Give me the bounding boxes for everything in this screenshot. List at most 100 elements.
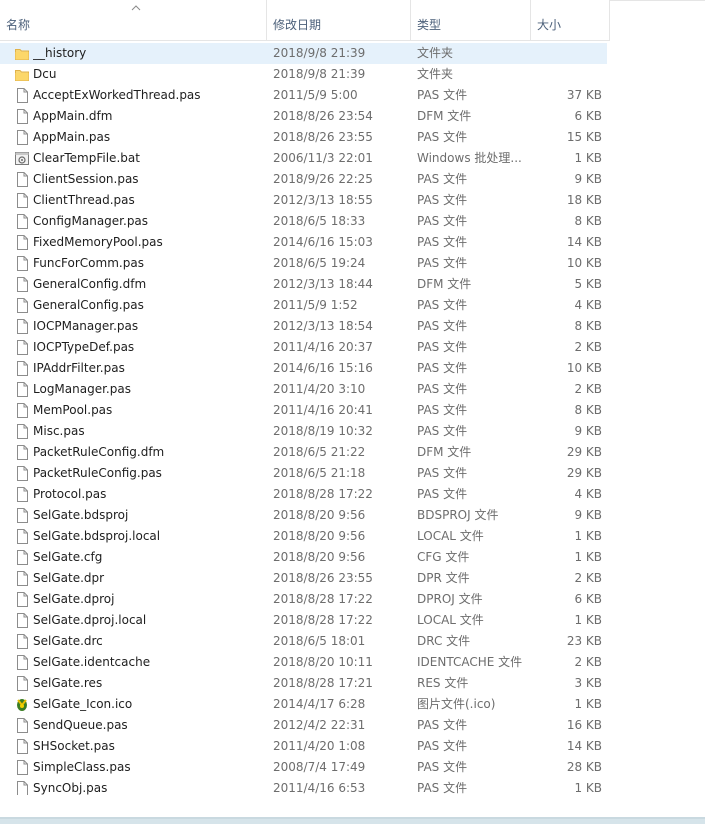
- file-modified-date: 2018/9/8 21:39: [273, 46, 366, 60]
- file-row[interactable]: SelGate.bdsproj 2018/8/20 9:56 BDSPROJ 文件 9…: [0, 505, 607, 526]
- column-header-type[interactable]: 类型: [411, 0, 531, 40]
- file-name: SelGate.bdsproj: [33, 508, 129, 522]
- column-header-name[interactable]: 名称: [0, 0, 267, 40]
- file-size: 2 KB: [574, 571, 602, 585]
- file-type: DFM 文件: [417, 277, 472, 291]
- file-icon: [15, 508, 29, 523]
- file-row[interactable]: SelGate.dproj.local 2018/8/28 17:22 LOCAL …: [0, 610, 607, 631]
- file-row[interactable]: SyncObj.pas 2011/4/16 6:53 PAS 文件 1 KB: [0, 778, 607, 795]
- file-row[interactable]: AppMain.pas 2018/8/26 23:55 PAS 文件 15 KB: [0, 127, 607, 148]
- file-size: 1 KB: [574, 697, 602, 711]
- file-row[interactable]: FuncForComm.pas 2018/6/5 19:24 PAS 文件 10 KB: [0, 253, 607, 274]
- header-divider: [610, 0, 705, 1]
- file-row[interactable]: AcceptExWorkedThread.pas 2011/5/9 5:00 PAS…: [0, 85, 607, 106]
- file-modified-date: 2014/6/16 15:16: [273, 361, 373, 375]
- file-name: SelGate.dpr: [33, 571, 105, 585]
- file-type: PAS 文件: [417, 298, 468, 312]
- file-row[interactable]: PacketRuleConfig.pas 2018/6/5 21:18 PAS 文件…: [0, 463, 607, 484]
- file-type: DFM 文件: [417, 445, 472, 459]
- file-row[interactable]: PacketRuleConfig.dfm 2018/6/5 21:22 DFM 文件…: [0, 442, 607, 463]
- file-row[interactable]: IPAddrFilter.pas 2014/6/16 15:16 PAS 文件 10 …: [0, 358, 607, 379]
- file-row[interactable]: Misc.pas 2018/8/19 10:32 PAS 文件 9 KB: [0, 421, 607, 442]
- file-row[interactable]: LogManager.pas 2011/4/20 3:10 PAS 文件 2 KB: [0, 379, 607, 400]
- file-size: 16 KB: [566, 718, 602, 732]
- file-size: 8 KB: [574, 214, 602, 228]
- file-row[interactable]: ClientThread.pas 2012/3/13 18:55 PAS 文件 18 …: [0, 190, 607, 211]
- file-row[interactable]: SelGate.drc 2018/6/5 18:01 DRC 文件 23 KB: [0, 631, 607, 652]
- file-icon: [15, 361, 29, 376]
- file-row[interactable]: Protocol.pas 2018/8/28 17:22 PAS 文件 4 KB: [0, 484, 607, 505]
- file-type: PAS 文件: [417, 361, 468, 375]
- file-name: GeneralConfig.pas: [33, 298, 144, 312]
- file-name: IOCPTypeDef.pas: [33, 340, 135, 354]
- ico-image-icon: [15, 697, 29, 712]
- file-modified-date: 2018/8/20 9:56: [273, 550, 366, 564]
- file-name: LogManager.pas: [33, 382, 131, 396]
- file-row[interactable]: ClearTempFile.bat 2006/11/3 22:01 Windows …: [0, 148, 607, 169]
- file-modified-date: 2018/8/20 9:56: [273, 508, 366, 522]
- file-name: SelGate.identcache: [33, 655, 151, 669]
- file-row[interactable]: AppMain.dfm 2018/8/26 23:54 DFM 文件 6 KB: [0, 106, 607, 127]
- file-icon: [15, 109, 29, 124]
- column-header-date[interactable]: 修改日期: [267, 0, 411, 40]
- file-row[interactable]: SelGate.identcache 2018/8/20 10:11 IDENTCA…: [0, 652, 607, 673]
- file-name: SyncObj.pas: [33, 781, 108, 795]
- file-row[interactable]: IOCPManager.pas 2012/3/13 18:54 PAS 文件 8 KB: [0, 316, 607, 337]
- file-row[interactable]: GeneralConfig.dfm 2012/3/13 18:44 DFM 文件 5 …: [0, 274, 607, 295]
- file-type: 图片文件(.ico): [417, 697, 496, 711]
- file-icon: [15, 193, 29, 208]
- file-type: LOCAL 文件: [417, 613, 484, 627]
- file-modified-date: 2018/6/5 18:33: [273, 214, 366, 228]
- file-size: 6 KB: [574, 592, 602, 606]
- file-row[interactable]: SHSocket.pas 2011/4/20 1:08 PAS 文件 14 KB: [0, 736, 607, 757]
- file-name: SelGate.bdsproj.local: [33, 529, 161, 543]
- file-size: 23 KB: [566, 634, 602, 648]
- file-icon: [15, 718, 29, 733]
- file-type: PAS 文件: [417, 403, 468, 417]
- file-row[interactable]: SelGate.dproj 2018/8/28 17:22 DPROJ 文件 6 KB: [0, 589, 607, 610]
- folder-row[interactable]: __history 2018/9/8 21:39 文件夹: [0, 43, 607, 64]
- file-row[interactable]: SelGate.res 2018/8/28 17:21 RES 文件 3 KB: [0, 673, 607, 694]
- file-row[interactable]: SimpleClass.pas 2008/7/4 17:49 PAS 文件 28 KB: [0, 757, 607, 778]
- file-type: 文件夹: [417, 46, 454, 60]
- file-row[interactable]: FixedMemoryPool.pas 2014/6/16 15:03 PAS 文件…: [0, 232, 607, 253]
- file-row[interactable]: SelGate.bdsproj.local 2018/8/20 9:56 LOCAL…: [0, 526, 607, 547]
- file-row[interactable]: SelGate.cfg 2018/8/20 9:56 CFG 文件 1 KB: [0, 547, 607, 568]
- file-row[interactable]: MemPool.pas 2011/4/16 20:41 PAS 文件 8 KB: [0, 400, 607, 421]
- file-size: 37 KB: [566, 88, 602, 102]
- file-name: SendQueue.pas: [33, 718, 128, 732]
- file-type: PAS 文件: [417, 193, 468, 207]
- file-row[interactable]: IOCPTypeDef.pas 2011/4/16 20:37 PAS 文件 2 KB: [0, 337, 607, 358]
- file-size: 29 KB: [566, 466, 602, 480]
- file-modified-date: 2018/8/20 9:56: [273, 529, 366, 543]
- file-modified-date: 2018/8/28 17:22: [273, 487, 373, 501]
- file-name: PacketRuleConfig.pas: [33, 466, 162, 480]
- file-row[interactable]: ClientSession.pas 2018/9/26 22:25 PAS 文件 9 …: [0, 169, 607, 190]
- file-name: ConfigManager.pas: [33, 214, 149, 228]
- file-modified-date: 2012/3/13 18:44: [273, 277, 373, 291]
- file-row[interactable]: SelGate.dpr 2018/8/26 23:55 DPR 文件 2 KB: [0, 568, 607, 589]
- file-name: GeneralConfig.dfm: [33, 277, 147, 291]
- file-row[interactable]: SelGate_Icon.ico 2014/4/17 6:28 图片文件(.ico)…: [0, 694, 607, 715]
- file-icon: [15, 130, 29, 145]
- file-size: 14 KB: [566, 739, 602, 753]
- file-size: 4 KB: [574, 487, 602, 501]
- file-size: 8 KB: [574, 319, 602, 333]
- file-icon: [15, 424, 29, 439]
- folder-row[interactable]: Dcu 2018/9/8 21:39 文件夹: [0, 64, 607, 85]
- file-row[interactable]: GeneralConfig.pas 2011/5/9 1:52 PAS 文件 4 KB: [0, 295, 607, 316]
- file-modified-date: 2018/6/5 21:18: [273, 466, 366, 480]
- file-name: ClearTempFile.bat: [33, 151, 140, 165]
- file-row[interactable]: ConfigManager.pas 2018/6/5 18:33 PAS 文件 8 K…: [0, 211, 607, 232]
- file-icon: [15, 214, 29, 229]
- file-type: PAS 文件: [417, 739, 468, 753]
- file-icon: [15, 235, 29, 250]
- column-header-size[interactable]: 大小: [531, 0, 610, 40]
- file-size: 15 KB: [566, 130, 602, 144]
- file-size: 6 KB: [574, 109, 602, 123]
- file-size: 18 KB: [566, 193, 602, 207]
- file-icon: [15, 760, 29, 775]
- file-row[interactable]: SendQueue.pas 2012/4/2 22:31 PAS 文件 16 KB: [0, 715, 607, 736]
- file-type: CFG 文件: [417, 550, 470, 564]
- file-name: PacketRuleConfig.dfm: [33, 445, 165, 459]
